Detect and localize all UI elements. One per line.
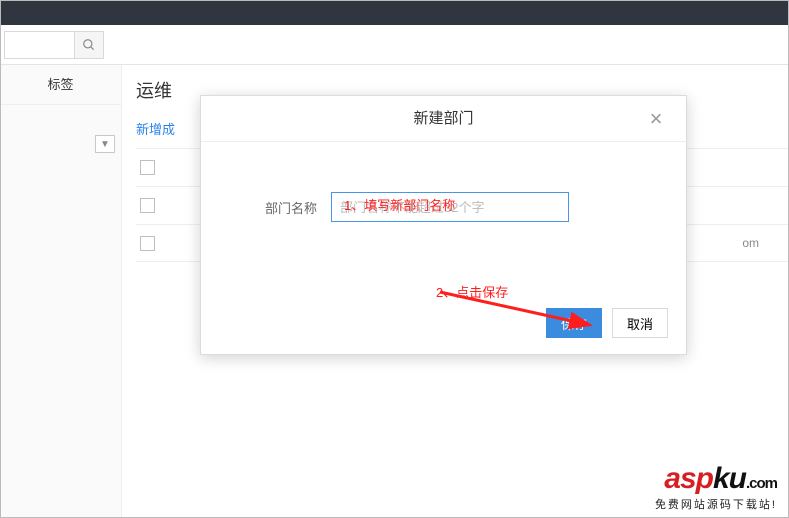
save-button[interactable]: 保存 (546, 308, 602, 338)
dialog-header: 新建部门 × (201, 96, 686, 142)
top-bar (0, 0, 789, 25)
search-bar (0, 25, 789, 65)
watermark-subtitle: 免费网站源码下载站! (655, 496, 777, 512)
sidebar-tree-node[interactable]: ▼ (0, 129, 121, 159)
search-button[interactable] (74, 31, 104, 59)
row-text: om (742, 236, 759, 250)
close-button[interactable]: × (636, 96, 676, 142)
watermark-logo: aspku.com (655, 462, 777, 496)
new-department-dialog: 新建部门 × 部门名称 保存 取消 (200, 95, 687, 355)
sidebar: 标签 ▼ (0, 65, 122, 518)
search-input[interactable] (4, 31, 74, 59)
chevron-down-icon[interactable]: ▼ (95, 135, 115, 153)
close-icon: × (650, 96, 663, 142)
row-checkbox[interactable] (140, 236, 155, 251)
department-name-label: 部门名称 (265, 198, 317, 217)
dialog-title: 新建部门 (413, 110, 473, 127)
department-name-input[interactable] (331, 192, 569, 222)
row-checkbox[interactable] (140, 160, 155, 175)
sidebar-tab-tags[interactable]: 标签 (0, 65, 121, 105)
watermark: aspku.com 免费网站源码下载站! (655, 462, 777, 512)
cancel-button[interactable]: 取消 (612, 308, 668, 338)
search-icon (82, 38, 96, 52)
row-checkbox[interactable] (140, 198, 155, 213)
